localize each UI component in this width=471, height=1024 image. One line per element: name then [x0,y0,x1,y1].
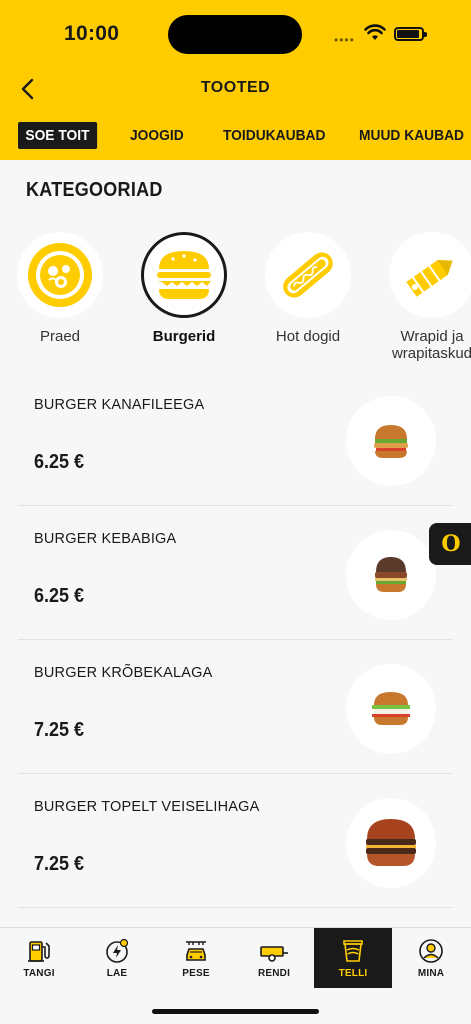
category-praed[interactable]: Praed [10,232,110,345]
product-price: 7.25 € [34,853,85,875]
double-beef-burger-image [366,819,416,866]
status-icons: •••• [334,24,430,47]
product-name: BURGER TOPELT VEISELIHAGA [34,799,260,815]
dynamic-island [168,15,302,54]
kebab-burger-image [375,557,407,592]
page-title: TOOTED [200,79,271,96]
chicken-burger-image [374,425,408,458]
product-price: 7.25 € [34,719,85,741]
product-image [346,664,436,754]
user-icon [419,939,443,963]
category-label: Hot dogid [275,328,341,345]
product-name: BURGER KEBABIGA [34,531,177,547]
nav-item-rendi[interactable]: RENDI [235,928,313,988]
nav-label: TANGI [23,968,55,979]
product-item[interactable]: BURGER TOPELT VEISELIHAGA 7.25 € [18,774,453,908]
product-item[interactable]: BURGER KEBABIGA 6.25 € [18,506,453,640]
product-price: 6.25 € [34,585,85,607]
tab-joogid[interactable]: JOOGID [130,122,184,149]
product-item[interactable]: BURGER KANAFILEEGA 6.25 € [18,372,453,506]
categories-title: KATEGOORIAD [26,179,163,201]
coffee-order-icon [343,940,363,962]
wrap-icon [406,260,453,297]
tab-muud-kaubad[interactable]: MUUD KAUBAD [359,122,464,149]
nav-item-tangi[interactable]: TANGI [0,928,78,988]
category-burgerid[interactable]: Burgerid [134,232,234,345]
brand-logo-icon: O [441,531,461,557]
product-name: BURGER KRÕBEKALAGA [34,665,213,681]
header: 10:00 •••• TOOTED SOE TOIT JOOGID TOIDUK… [0,0,471,160]
product-image [346,530,436,620]
category-label: Praed [39,328,81,345]
nav-label: LAE [106,968,128,979]
nav-item-mina[interactable]: MINA [392,928,470,988]
fuel-pump-icon [28,941,50,962]
plate-food-icon [28,243,92,307]
floating-logo-button[interactable]: O [429,523,471,565]
category-tabs: SOE TOIT JOOGID TOIDUKAUBAD MUUD KAUBAD [0,122,471,150]
trailer-icon [260,946,288,962]
nav-item-pese[interactable]: PESE [157,928,235,988]
tab-soe-toit[interactable]: SOE TOIT [18,122,97,149]
wifi-icon [364,24,386,40]
nav-label: MINA [417,968,445,979]
nav-label: RENDI [257,968,291,979]
product-price: 6.25 € [34,451,85,473]
nav-item-telli[interactable]: TELLI [314,928,392,988]
status-time: 10:00 [64,22,120,45]
category-label: Burgerid [152,328,216,345]
home-indicator [152,1009,319,1014]
product-item[interactable]: BURGER KRÕBEKALAGA 7.25 € [18,640,453,774]
signal-icon: •••• [334,33,355,47]
burger-icon [157,251,211,299]
category-wrapid[interactable]: Wrapid ja wrapitaskud [382,232,471,362]
hotdog-icon [283,252,333,298]
battery-icon [394,27,427,41]
product-image [346,396,436,486]
product-image [346,798,436,888]
product-name: BURGER KANAFILEEGA [34,397,205,413]
car-wash-icon [186,941,206,961]
category-label: Wrapid ja wrapitaskud [391,328,471,362]
nav-label: PESE [182,968,210,979]
category-hot-dogid[interactable]: Hot dogid [258,232,358,345]
ev-charge-icon [106,938,129,963]
tab-toidukaubad[interactable]: TOIDUKAUBAD [223,122,325,149]
nav-label: TELLI [338,968,368,979]
nav-item-lae[interactable]: LAE [78,928,156,988]
fish-burger-image [372,692,410,725]
